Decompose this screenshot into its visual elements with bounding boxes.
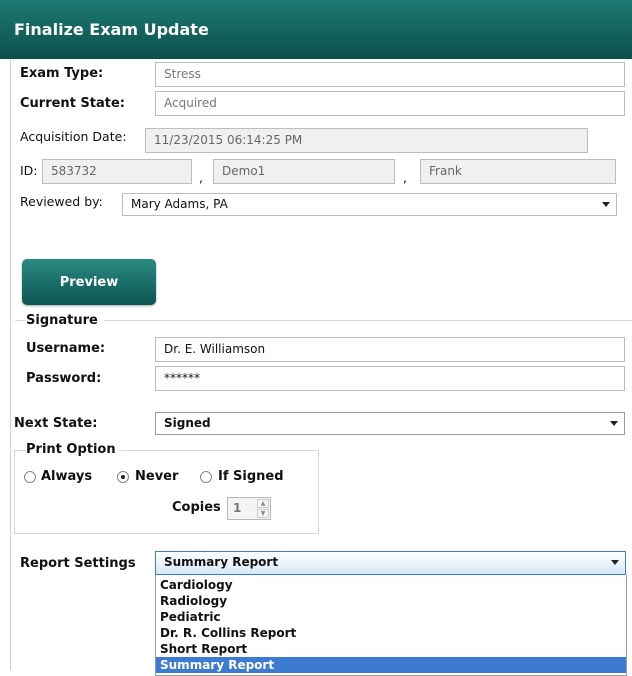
next-state-value: Signed [164,416,211,430]
list-item[interactable]: Short Report [156,641,626,657]
list-item[interactable]: Cardiology [156,577,626,593]
acquisition-date-label: Acquisition Date: [20,129,127,144]
chevron-down-icon [602,202,610,207]
print-option-label: Print Option [26,442,121,457]
acquisition-date-field: 11/23/2015 06:14:25 PM [145,128,588,153]
username-label: Username: [26,341,106,356]
first-name-field: Frank [420,159,616,184]
exam-type-field[interactable]: Stress [155,62,625,87]
current-state-label: Current State: [20,96,126,111]
radio-if-signed[interactable] [200,471,212,483]
list-item-selected[interactable]: Summary Report [156,657,626,673]
report-settings-label: Report Settings [20,556,136,571]
window-title: Finalize Exam Update [14,20,209,39]
radio-always[interactable] [24,471,36,483]
password-input[interactable]: ****** [155,366,625,391]
stepper-up-icon[interactable]: ▲ [257,499,269,508]
id-label: ID: [20,163,38,178]
last-name-field: Demo1 [213,159,395,184]
current-state-field[interactable]: Acquired [155,91,625,116]
reviewed-by-value: Mary Adams, PA [131,197,228,211]
print-option-groupbox [14,450,319,534]
copies-stepper[interactable]: 1 ▲ ▼ [227,497,271,520]
comma-separator: , [199,170,203,185]
list-item[interactable]: Pediatric [156,609,626,625]
radio-if-signed-label[interactable]: If Signed [218,469,284,484]
reviewed-by-label: Reviewed by: [20,194,103,209]
stepper-down-icon[interactable]: ▼ [257,509,269,518]
chevron-down-icon [611,560,619,565]
reviewed-by-dropdown[interactable]: Mary Adams, PA [122,193,617,216]
patient-id-field: 583732 [42,159,192,184]
next-state-label: Next State: [14,416,98,431]
panel-border [10,60,11,670]
radio-never-label[interactable]: Never [135,469,178,484]
report-settings-list: Cardiology Radiology Pediatric Dr. R. Co… [155,575,627,676]
copies-label: Copies [172,500,221,515]
preview-button[interactable]: Preview [22,259,156,305]
list-item[interactable]: Dr. R. Collins Report [156,625,626,641]
exam-type-label: Exam Type: [20,66,104,81]
chevron-down-icon [610,421,618,426]
copies-value: 1 [233,501,242,515]
list-item[interactable]: Radiology [156,593,626,609]
next-state-dropdown[interactable]: Signed [155,412,625,435]
username-input[interactable]: Dr. E. Williamson [155,337,625,362]
password-label: Password: [26,371,102,386]
report-settings-dropdown[interactable]: Summary Report [155,551,626,575]
signature-group-label: Signature [26,313,104,328]
comma-separator: , [403,170,407,185]
radio-never[interactable] [117,471,129,483]
radio-always-label[interactable]: Always [41,469,92,484]
report-settings-value: Summary Report [164,555,279,569]
